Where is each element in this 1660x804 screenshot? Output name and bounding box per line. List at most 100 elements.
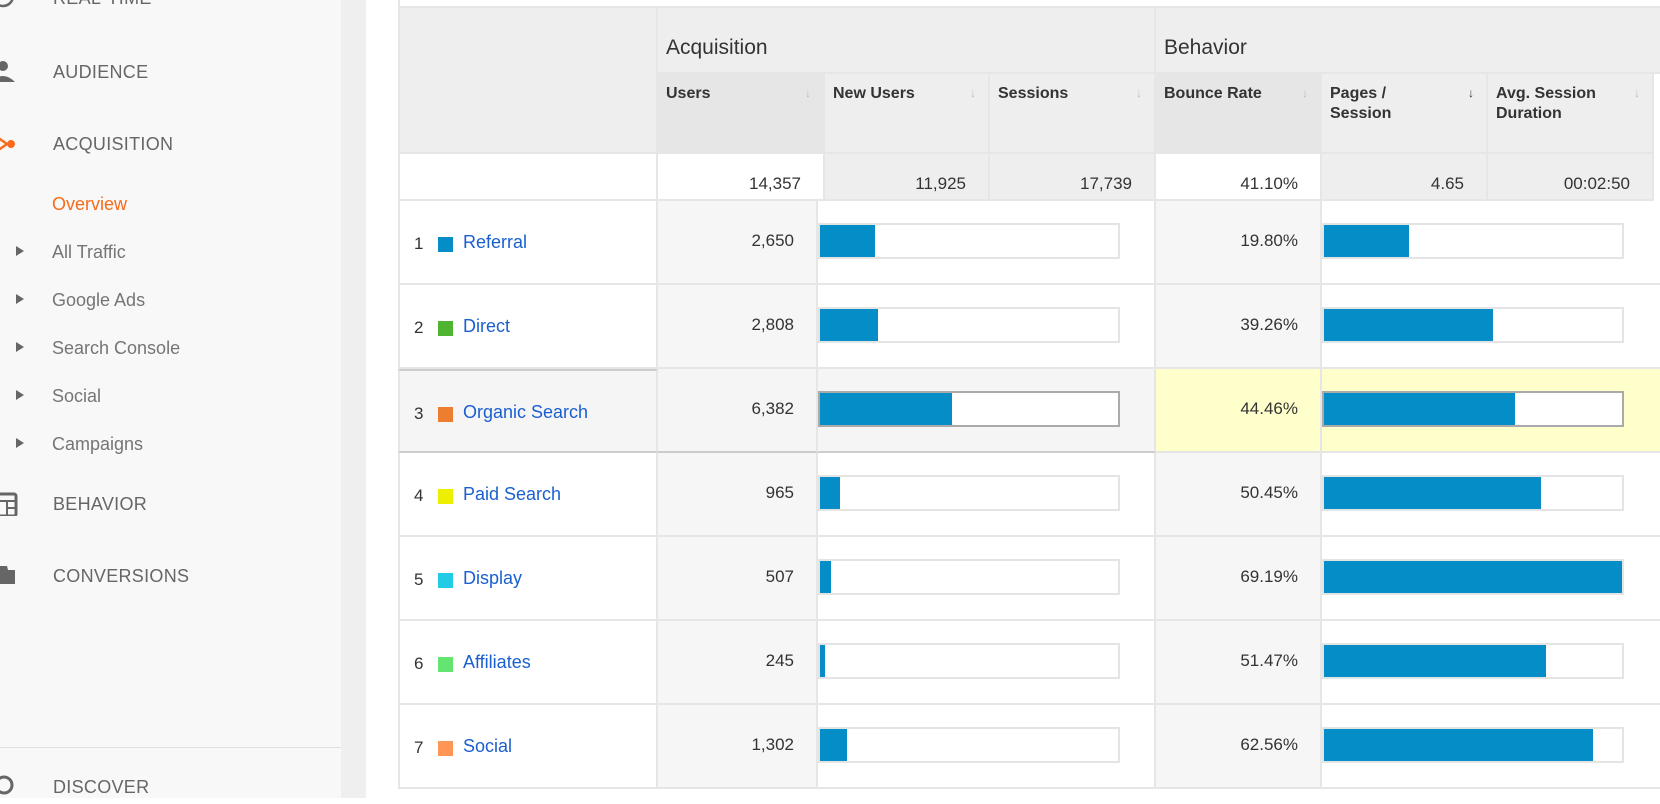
nav-campaigns[interactable]: Campaigns <box>16 434 143 455</box>
table-row-label: 1 Referral <box>398 201 658 285</box>
group-behavior: Behavior <box>1156 8 1660 74</box>
sort-arrow-icon[interactable]: ↓ <box>970 83 976 103</box>
total-3: 41.10% <box>1156 154 1322 201</box>
person-icon <box>0 60 19 82</box>
channel-color-swatch <box>438 237 453 252</box>
users-bar-track <box>818 727 1120 763</box>
users-bar-track <box>818 307 1120 343</box>
row-rank: 2 <box>414 318 424 337</box>
sort-arrow-icon[interactable]: ↓ <box>1634 83 1640 103</box>
channel-color-swatch <box>438 573 453 588</box>
expand-arrow-icon <box>16 294 24 304</box>
table-row-label: 4 Paid Search <box>398 453 658 537</box>
bounce-rate-bar <box>1324 729 1594 761</box>
bounce-rate-bar <box>1324 561 1622 593</box>
bounce-rate-bar-track <box>1322 559 1624 595</box>
table-row-label: 2 Direct <box>398 285 658 369</box>
users-value: 507 <box>658 537 818 621</box>
bounce-rate-value: 62.56% <box>1156 705 1322 789</box>
expand-arrow-icon <box>16 342 24 352</box>
nav-discover[interactable]: DISCOVER <box>0 775 149 798</box>
table-row-label: 7 Social <box>398 705 658 789</box>
users-value: 1,302 <box>658 705 818 789</box>
table-row-label: 5 Display <box>398 537 658 621</box>
sort-arrow-icon[interactable]: ↓ <box>1468 83 1474 103</box>
sort-arrow-icon[interactable]: ↓ <box>805 83 811 103</box>
column-header-5[interactable]: Avg. Session Duration ↓ <box>1488 74 1654 154</box>
bounce-rate-bar-track <box>1322 727 1624 763</box>
nav-conversions[interactable]: CONVERSIONS <box>0 566 189 587</box>
expand-arrow-icon <box>16 438 24 448</box>
column-header-0[interactable]: Users ↓ <box>658 74 825 154</box>
nav-social[interactable]: Social <box>16 386 101 407</box>
nav-overview[interactable]: Overview <box>52 194 127 215</box>
row-rank: 6 <box>414 654 424 673</box>
table-row-label: 6 Affiliates <box>398 621 658 705</box>
nav-behavior[interactable]: BEHAVIOR <box>0 492 147 518</box>
nav-all-traffic[interactable]: All Traffic <box>16 242 126 263</box>
column-header-3[interactable]: Bounce Rate ↓ <box>1156 74 1322 154</box>
channel-link[interactable]: Organic Search <box>463 402 588 423</box>
table-row-label: 3 Organic Search <box>398 369 658 453</box>
bounce-rate-value: 39.26% <box>1156 285 1322 369</box>
expand-arrow-icon <box>16 390 24 400</box>
lightbulb-icon <box>0 775 19 797</box>
row-rank: 5 <box>414 570 424 589</box>
channel-link[interactable]: Paid Search <box>463 484 561 505</box>
total-2: 17,739 <box>990 154 1156 201</box>
users-bar <box>820 393 953 425</box>
bounce-rate-value: 19.80% <box>1156 201 1322 285</box>
bounce-rate-value: 69.19% <box>1156 537 1322 621</box>
bounce-rate-bar-track <box>1322 307 1624 343</box>
users-bar <box>820 645 826 677</box>
channel-color-swatch <box>438 407 453 422</box>
channel-color-swatch <box>438 489 453 504</box>
channel-color-swatch <box>438 321 453 336</box>
bounce-rate-bar-track <box>1322 223 1624 259</box>
users-bar <box>820 477 841 509</box>
total-5: 00:02:50 <box>1488 154 1654 201</box>
users-bar <box>820 729 848 761</box>
row-rank: 3 <box>414 404 424 423</box>
behavior-icon <box>0 492 19 518</box>
column-header-2[interactable]: Sessions ↓ <box>990 74 1156 154</box>
channel-link[interactable]: Affiliates <box>463 652 531 673</box>
bounce-rate-bar <box>1324 645 1546 677</box>
nav-google-ads[interactable]: Google Ads <box>16 290 145 311</box>
column-header-1[interactable]: New Users ↓ <box>825 74 990 154</box>
users-value: 2,650 <box>658 201 818 285</box>
nav-audience[interactable]: AUDIENCE <box>0 61 148 83</box>
total-0: 14,357 <box>658 154 825 201</box>
clock-icon <box>0 0 17 10</box>
users-value: 965 <box>658 453 818 537</box>
column-header-label: New Users <box>833 85 915 102</box>
channel-link[interactable]: Direct <box>463 316 510 337</box>
nav-search-console[interactable]: Search Console <box>16 338 180 359</box>
bounce-rate-bar <box>1324 393 1516 425</box>
previous-row-edge <box>398 0 1660 8</box>
users-bar-track <box>818 475 1120 511</box>
sort-arrow-icon[interactable]: ↓ <box>1136 83 1142 103</box>
sort-arrow-icon[interactable]: ↓ <box>1302 83 1308 103</box>
flag-icon <box>0 566 19 588</box>
total-4: 4.65 <box>1322 154 1488 201</box>
channel-link[interactable]: Display <box>463 568 522 589</box>
channel-link[interactable]: Social <box>463 736 512 757</box>
bounce-rate-bar <box>1324 477 1542 509</box>
nav-acquisition[interactable]: ACQUISITION <box>0 134 173 155</box>
bounce-rate-bar-track <box>1322 475 1624 511</box>
users-bar <box>820 225 875 257</box>
nav-real-time[interactable]: REAL-TIME <box>0 0 152 9</box>
users-bar-track <box>818 559 1120 595</box>
sidebar: REAL-TIME AUDIENCE ACQUISITION Overview … <box>0 0 341 798</box>
users-value: 6,382 <box>658 369 818 453</box>
column-header-label: Sessions <box>998 85 1069 102</box>
users-value: 2,808 <box>658 285 818 369</box>
users-bar-track <box>818 223 1120 259</box>
bounce-rate-value: 50.45% <box>1156 453 1322 537</box>
users-bar-track <box>818 391 1120 427</box>
bounce-rate-bar-track <box>1322 643 1624 679</box>
column-header-4[interactable]: Pages / Session ↓ <box>1322 74 1488 154</box>
expand-arrow-icon <box>16 246 24 256</box>
channel-link[interactable]: Referral <box>463 232 527 253</box>
